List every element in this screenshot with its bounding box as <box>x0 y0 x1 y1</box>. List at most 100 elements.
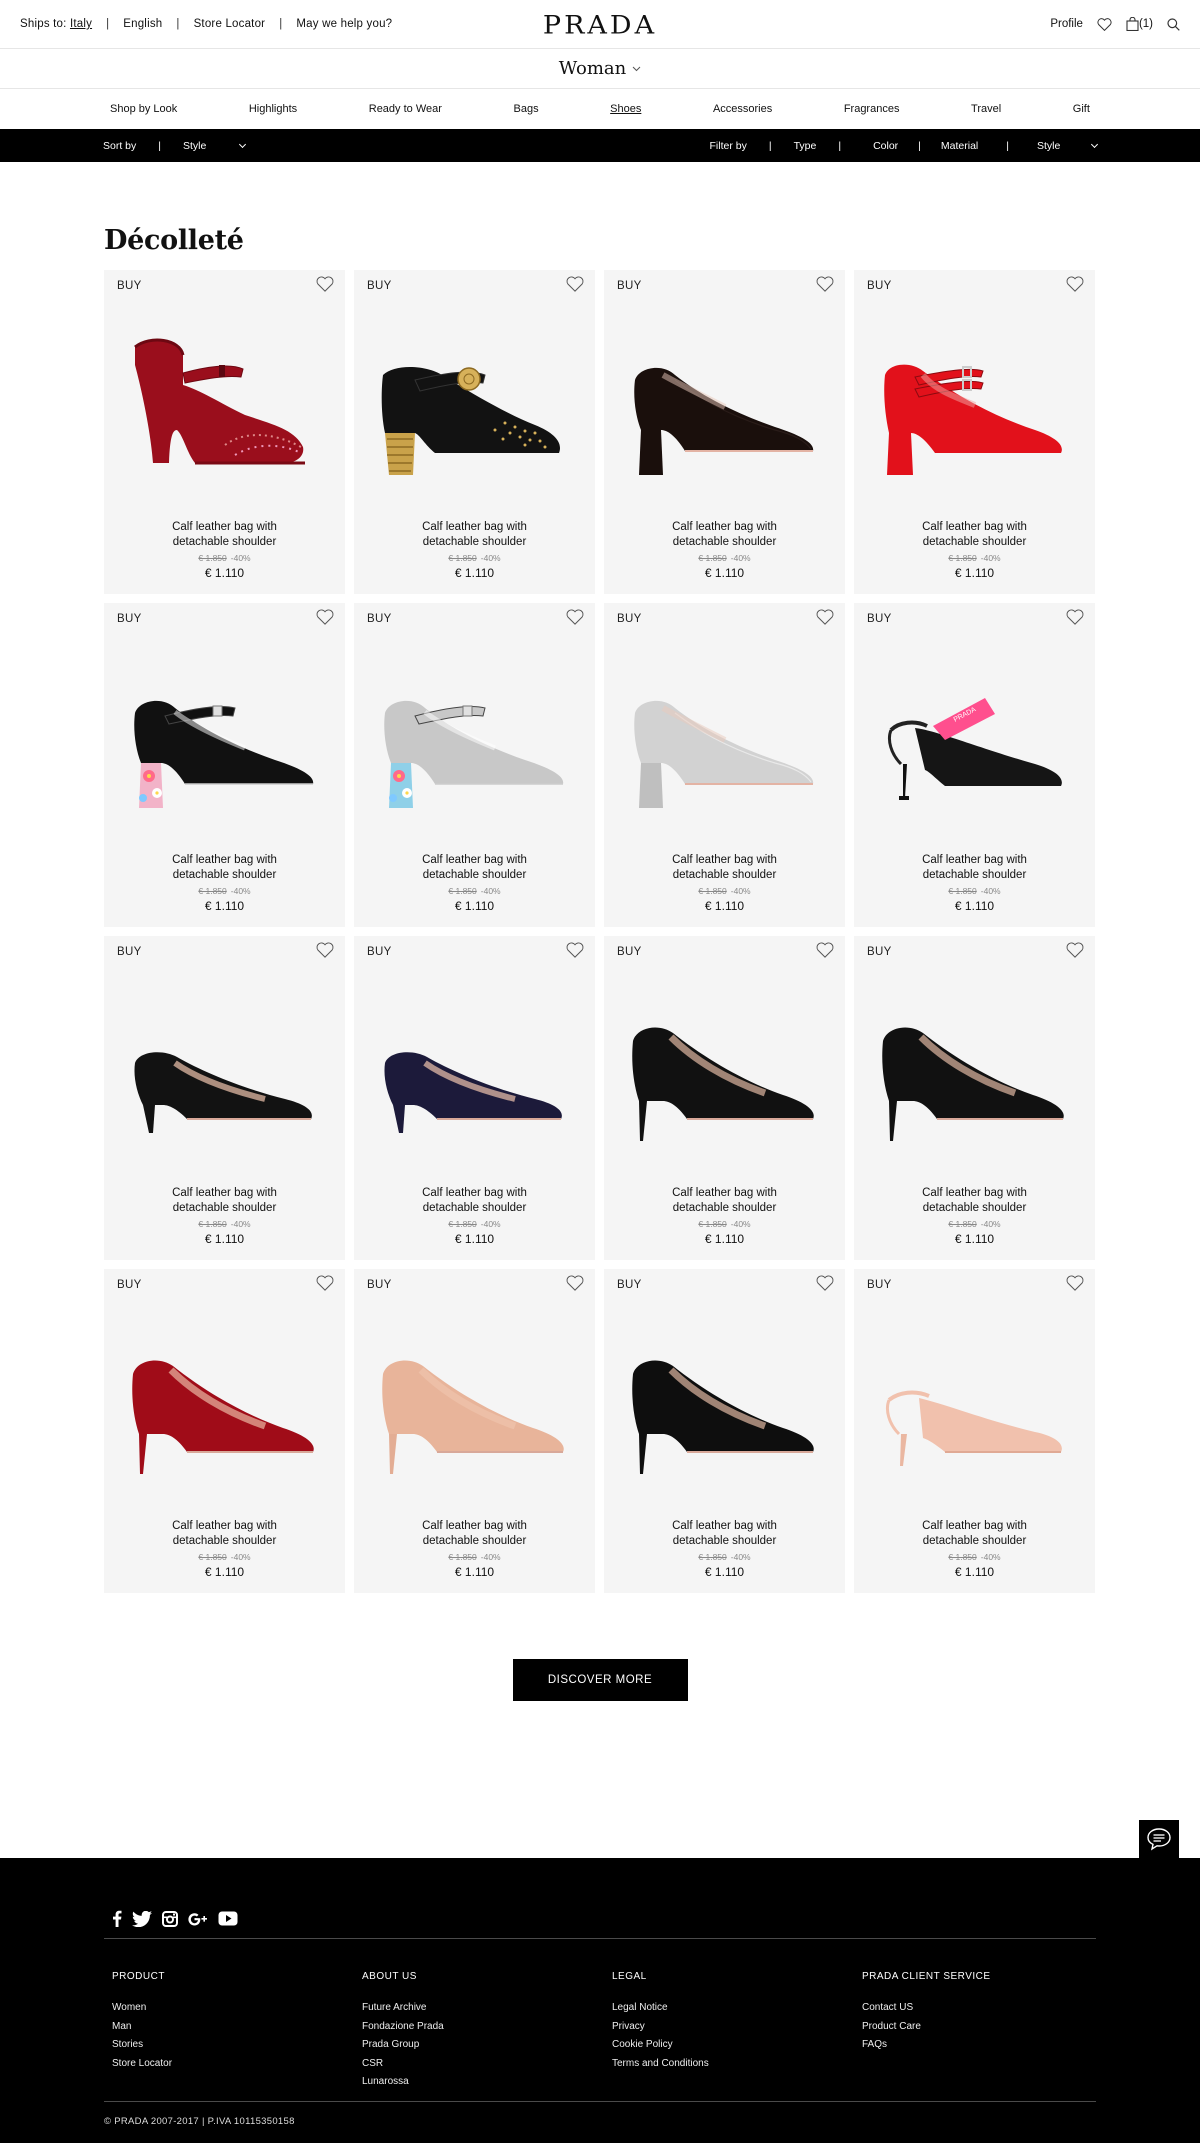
product-name[interactable]: Calf leather bag with detachable shoulde… <box>104 1186 345 1216</box>
buy-link[interactable]: BUY <box>117 1279 142 1291</box>
profile-link[interactable]: Profile <box>1050 18 1083 30</box>
footer-link[interactable]: Lunarossa <box>362 2073 612 2092</box>
buy-link[interactable]: BUY <box>367 613 392 625</box>
instagram-icon[interactable] <box>162 1910 178 1927</box>
heart-icon[interactable] <box>316 609 334 628</box>
nav-item-shoes[interactable]: Shoes <box>610 103 641 115</box>
filter-style-dropdown[interactable]: Style <box>1037 140 1099 152</box>
product-image[interactable] <box>354 991 595 1161</box>
buy-link[interactable]: BUY <box>617 946 642 958</box>
product-name[interactable]: Calf leather bag with detachable shoulde… <box>354 853 595 883</box>
product-image[interactable] <box>354 658 595 828</box>
heart-icon[interactable] <box>1066 276 1084 295</box>
product-card[interactable]: BUY Calf leather bag with detachable sho… <box>854 1269 1095 1593</box>
prada-logo[interactable]: PRADA <box>543 11 657 40</box>
ships-to-country-link[interactable]: Italy <box>70 18 92 30</box>
filter-color[interactable]: Color <box>873 140 898 152</box>
product-name[interactable]: Calf leather bag with detachable shoulde… <box>104 853 345 883</box>
product-card[interactable]: BUY Calf leather bag with detachable sho… <box>604 1269 845 1593</box>
heart-icon[interactable] <box>566 942 584 961</box>
product-image[interactable] <box>604 1324 845 1494</box>
footer-link[interactable]: FAQs <box>862 2036 1112 2055</box>
store-locator-link[interactable]: Store Locator <box>194 18 266 30</box>
footer-link[interactable]: CSR <box>362 2055 612 2074</box>
heart-icon[interactable] <box>1066 942 1084 961</box>
product-card[interactable]: BUY Calf leather bag with detachable sho… <box>604 603 845 927</box>
heart-icon[interactable] <box>816 276 834 295</box>
nav-item-ready-to-wear[interactable]: Ready to Wear <box>369 103 442 115</box>
nav-item-highlights[interactable]: Highlights <box>249 103 297 115</box>
discover-more-button[interactable]: DISCOVER MORE <box>512 1659 688 1701</box>
heart-icon[interactable] <box>316 1275 334 1294</box>
buy-link[interactable]: BUY <box>117 613 142 625</box>
footer-link[interactable]: Privacy <box>612 2018 862 2037</box>
footer-link[interactable]: Store Locator <box>112 2055 362 2074</box>
product-name[interactable]: Calf leather bag with detachable shoulde… <box>604 520 845 550</box>
product-image[interactable]: PRADA <box>854 658 1095 828</box>
footer-link[interactable]: Man <box>112 2018 362 2037</box>
product-card[interactable]: BUY Calf leather bag with detachable sho… <box>354 936 595 1260</box>
product-card[interactable]: BUY Calf leather bag with detachable sho… <box>104 936 345 1260</box>
footer-link[interactable]: Stories <box>112 2036 362 2055</box>
product-card[interactable]: BUY Calf leather bag with detachable sho… <box>854 936 1095 1260</box>
footer-link[interactable]: Prada Group <box>362 2036 612 2055</box>
heart-icon[interactable] <box>816 942 834 961</box>
heart-icon[interactable] <box>1066 609 1084 628</box>
product-name[interactable]: Calf leather bag with detachable shoulde… <box>854 520 1095 550</box>
footer-link[interactable]: Fondazione Prada <box>362 2018 612 2037</box>
product-image[interactable] <box>354 1324 595 1494</box>
twitter-icon[interactable] <box>132 1910 152 1927</box>
heart-icon[interactable] <box>566 276 584 295</box>
product-image[interactable] <box>854 325 1095 495</box>
facebook-icon[interactable] <box>112 1910 122 1927</box>
footer-link[interactable]: Legal Notice <box>612 1999 862 2018</box>
product-image[interactable] <box>604 658 845 828</box>
product-card[interactable]: BUY Calf leather bag with detachable sho… <box>104 1269 345 1593</box>
buy-link[interactable]: BUY <box>117 280 142 292</box>
filter-type[interactable]: Type <box>794 140 817 152</box>
product-card[interactable]: BUY Calf leather bag with detachable sho… <box>104 270 345 594</box>
footer-link[interactable]: Women <box>112 1999 362 2018</box>
product-name[interactable]: Calf leather bag with detachable shoulde… <box>354 1186 595 1216</box>
heart-icon[interactable] <box>1066 1275 1084 1294</box>
nav-item-shop-by-look[interactable]: Shop by Look <box>110 103 177 115</box>
product-image[interactable] <box>604 991 845 1161</box>
product-card[interactable]: BUY Calf leather bag with detachable sho… <box>354 270 595 594</box>
heart-icon[interactable] <box>316 942 334 961</box>
product-name[interactable]: Calf leather bag with detachable shoulde… <box>604 853 845 883</box>
product-name[interactable]: Calf leather bag with detachable shoulde… <box>854 1519 1095 1549</box>
product-image[interactable] <box>354 325 595 495</box>
filter-material[interactable]: Material <box>941 140 978 152</box>
product-image[interactable] <box>104 991 345 1161</box>
heart-icon[interactable] <box>566 609 584 628</box>
buy-link[interactable]: BUY <box>867 946 892 958</box>
product-name[interactable]: Calf leather bag with detachable shoulde… <box>604 1186 845 1216</box>
nav-item-fragrances[interactable]: Fragrances <box>844 103 900 115</box>
product-image[interactable] <box>604 325 845 495</box>
google-plus-icon[interactable] <box>188 1912 208 1926</box>
heart-icon[interactable] <box>316 276 334 295</box>
product-card[interactable]: BUY Calf leather bag with detachable sho… <box>104 603 345 927</box>
buy-link[interactable]: BUY <box>867 280 892 292</box>
nav-item-travel[interactable]: Travel <box>971 103 1001 115</box>
nav-item-accessories[interactable]: Accessories <box>713 103 772 115</box>
language-selector[interactable]: English <box>123 18 162 30</box>
nav-item-gift[interactable]: Gift <box>1073 103 1090 115</box>
buy-link[interactable]: BUY <box>617 280 642 292</box>
buy-link[interactable]: BUY <box>117 946 142 958</box>
search-icon[interactable] <box>1167 17 1180 31</box>
heart-icon[interactable] <box>816 1275 834 1294</box>
buy-link[interactable]: BUY <box>367 946 392 958</box>
product-name[interactable]: Calf leather bag with detachable shoulde… <box>104 1519 345 1549</box>
heart-icon[interactable] <box>816 609 834 628</box>
product-card[interactable]: BUY Calf leather bag with detachable sho… <box>604 270 845 594</box>
wishlist-icon[interactable] <box>1097 17 1112 31</box>
nav-item-bags[interactable]: Bags <box>514 103 539 115</box>
buy-link[interactable]: BUY <box>617 1279 642 1291</box>
product-name[interactable]: Calf leather bag with detachable shoulde… <box>354 520 595 550</box>
footer-link[interactable]: Cookie Policy <box>612 2036 862 2055</box>
product-card[interactable]: BUY Calf leather bag with detachable sho… <box>354 603 595 927</box>
footer-link[interactable]: Terms and Conditions <box>612 2055 862 2074</box>
footer-link[interactable]: Future Archive <box>362 1999 612 2018</box>
product-card[interactable]: BUY PRADA Calf leather bag with detachab… <box>854 603 1095 927</box>
